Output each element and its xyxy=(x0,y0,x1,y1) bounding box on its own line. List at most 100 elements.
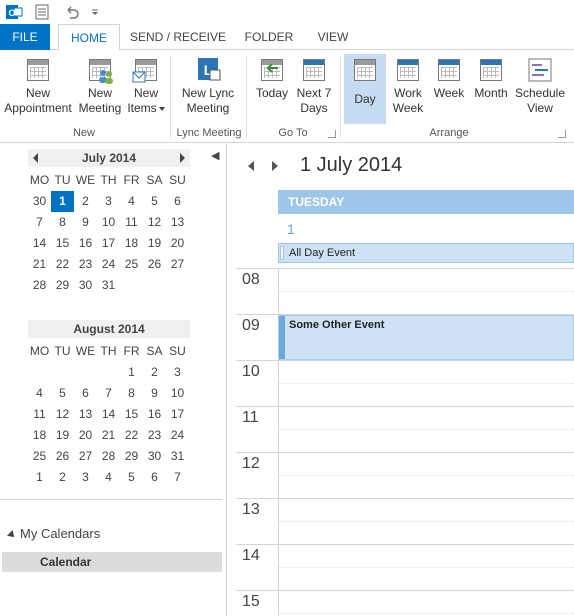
mini-calendar-day[interactable]: 23 xyxy=(74,254,97,275)
mini-calendar-day[interactable]: 13 xyxy=(166,212,189,233)
mini-calendar-day[interactable]: 22 xyxy=(51,254,74,275)
tab-home[interactable]: HOME xyxy=(58,24,120,51)
mini-calendar-day[interactable]: 23 xyxy=(143,425,166,446)
new-items-button[interactable]: New Items xyxy=(126,54,166,124)
mini-calendar-day[interactable]: 18 xyxy=(120,233,143,254)
new-meeting-button[interactable]: New Meeting xyxy=(76,54,124,124)
mini-calendar-day[interactable]: 2 xyxy=(51,467,74,488)
all-day-event[interactable]: All Day Event xyxy=(278,243,574,263)
mini-calendar-day[interactable]: 13 xyxy=(74,404,97,425)
mini-calendar-day[interactable]: 22 xyxy=(120,425,143,446)
hour-slot[interactable]: 14 xyxy=(236,544,574,590)
arrange-dialog-launcher-icon[interactable] xyxy=(558,130,566,138)
mini-calendar-day[interactable]: 28 xyxy=(28,275,51,296)
mini-calendar-day[interactable]: 14 xyxy=(28,233,51,254)
schedule-view-button[interactable]: Schedule View xyxy=(514,54,566,124)
calendar-event[interactable]: Some Other Event xyxy=(278,315,574,360)
tab-folder[interactable]: FOLDER xyxy=(238,24,300,50)
hour-slot[interactable]: 10 xyxy=(236,360,574,406)
send-receive-icon[interactable] xyxy=(32,2,52,22)
mini-calendar-day[interactable]: 16 xyxy=(143,404,166,425)
mini-calendar-day[interactable]: 28 xyxy=(97,446,120,467)
prev-month-icon[interactable] xyxy=(33,153,38,163)
mini-calendar-day[interactable]: 7 xyxy=(28,212,51,233)
mini-calendar-day[interactable]: 6 xyxy=(143,467,166,488)
mini-calendar-day[interactable]: 11 xyxy=(28,404,51,425)
mini-calendar-day[interactable]: 15 xyxy=(120,404,143,425)
mini-calendar-day[interactable]: 3 xyxy=(166,362,189,383)
next-7-days-button[interactable]: Next 7 Days xyxy=(294,54,334,124)
mini-calendar-day[interactable]: 24 xyxy=(166,425,189,446)
month-button[interactable]: Month xyxy=(470,54,512,124)
day-column-header[interactable]: TUESDAY xyxy=(278,190,574,214)
mini-calendar-day[interactable]: 17 xyxy=(97,233,120,254)
mini-calendar-day[interactable]: 20 xyxy=(166,233,189,254)
mini-calendar-day[interactable]: 10 xyxy=(97,212,120,233)
undo-icon[interactable] xyxy=(62,2,82,22)
mini-calendar-day[interactable]: 15 xyxy=(51,233,74,254)
tab-send-receive[interactable]: SEND / RECEIVE xyxy=(128,24,228,50)
new-lync-meeting-button[interactable]: L New Lync Meeting xyxy=(176,54,240,124)
hour-slot[interactable]: 15 xyxy=(236,590,574,616)
mini-calendar-day[interactable]: 29 xyxy=(51,275,74,296)
mini-calendar-day[interactable]: 4 xyxy=(28,383,51,404)
hour-slot[interactable]: 08 xyxy=(236,268,574,314)
new-appointment-button[interactable]: New Appointment xyxy=(2,54,74,124)
mini-calendar-day[interactable]: 24 xyxy=(97,254,120,275)
mini-calendar-day[interactable]: 1 xyxy=(120,362,143,383)
mini-calendar-day[interactable]: 27 xyxy=(166,254,189,275)
mini-calendar-day[interactable]: 3 xyxy=(74,467,97,488)
mini-calendar-day[interactable]: 31 xyxy=(166,446,189,467)
mini-calendar-day[interactable]: 30 xyxy=(28,191,51,212)
today-button[interactable]: Today xyxy=(252,54,292,124)
day-view-button[interactable]: Day xyxy=(344,54,386,124)
mini-calendar-day[interactable]: 30 xyxy=(74,275,97,296)
mini-calendar-day[interactable]: 12 xyxy=(51,404,74,425)
calendar-list-item[interactable]: Calendar xyxy=(2,552,222,572)
mini-calendar-day[interactable]: 17 xyxy=(166,404,189,425)
hour-slot[interactable]: 13 xyxy=(236,498,574,544)
hour-slot[interactable]: 11 xyxy=(236,406,574,452)
mini-calendar-today[interactable]: 1 xyxy=(51,191,74,212)
next-month-icon[interactable] xyxy=(180,153,185,163)
customize-icon[interactable] xyxy=(88,2,102,22)
mini-calendar-day[interactable]: 9 xyxy=(74,212,97,233)
mini-calendar-day[interactable]: 14 xyxy=(97,404,120,425)
mini-calendar-day[interactable]: 26 xyxy=(51,446,74,467)
mini-calendar-day[interactable]: 21 xyxy=(97,425,120,446)
mini-calendar-day[interactable]: 8 xyxy=(120,383,143,404)
tab-view[interactable]: VIEW xyxy=(308,24,358,50)
goto-dialog-launcher-icon[interactable] xyxy=(328,130,336,138)
mini-calendar-day[interactable]: 10 xyxy=(166,383,189,404)
collapse-pane-icon[interactable]: ◀ xyxy=(211,149,219,162)
mini-calendar-day[interactable]: 5 xyxy=(120,467,143,488)
mini-calendar-day[interactable]: 25 xyxy=(120,254,143,275)
mini-calendar-day[interactable]: 12 xyxy=(143,212,166,233)
mini-calendar-day[interactable]: 5 xyxy=(51,383,74,404)
mini-calendar-day[interactable]: 6 xyxy=(74,383,97,404)
mini-calendar-day[interactable]: 27 xyxy=(74,446,97,467)
work-week-button[interactable]: Work Week xyxy=(388,54,428,124)
mini-calendar-day[interactable]: 9 xyxy=(143,383,166,404)
mini-calendar-day[interactable]: 2 xyxy=(74,191,97,212)
next-day-icon[interactable] xyxy=(272,161,278,171)
mini-calendar-day[interactable]: 29 xyxy=(120,446,143,467)
mini-calendar-day[interactable]: 1 xyxy=(28,467,51,488)
mini-calendar-day[interactable]: 25 xyxy=(28,446,51,467)
mini-calendar-day[interactable]: 5 xyxy=(143,191,166,212)
mini-calendar-day[interactable]: 6 xyxy=(166,191,189,212)
mini-calendar-day[interactable]: 2 xyxy=(143,362,166,383)
mini-calendar-day[interactable]: 21 xyxy=(28,254,51,275)
mini-calendar-day[interactable]: 16 xyxy=(74,233,97,254)
mini-calendar-day[interactable]: 7 xyxy=(97,383,120,404)
mini-calendar-day[interactable]: 8 xyxy=(51,212,74,233)
mini-calendar-day[interactable]: 30 xyxy=(143,446,166,467)
mini-calendar-day[interactable]: 18 xyxy=(28,425,51,446)
mini-calendar-day[interactable]: 3 xyxy=(97,191,120,212)
prev-day-icon[interactable] xyxy=(248,161,254,171)
tab-file[interactable]: FILE xyxy=(0,24,50,50)
week-button[interactable]: Week xyxy=(430,54,468,124)
mini-calendar-day[interactable]: 26 xyxy=(143,254,166,275)
mini-calendar-day[interactable]: 20 xyxy=(74,425,97,446)
mini-calendar-day[interactable]: 4 xyxy=(120,191,143,212)
